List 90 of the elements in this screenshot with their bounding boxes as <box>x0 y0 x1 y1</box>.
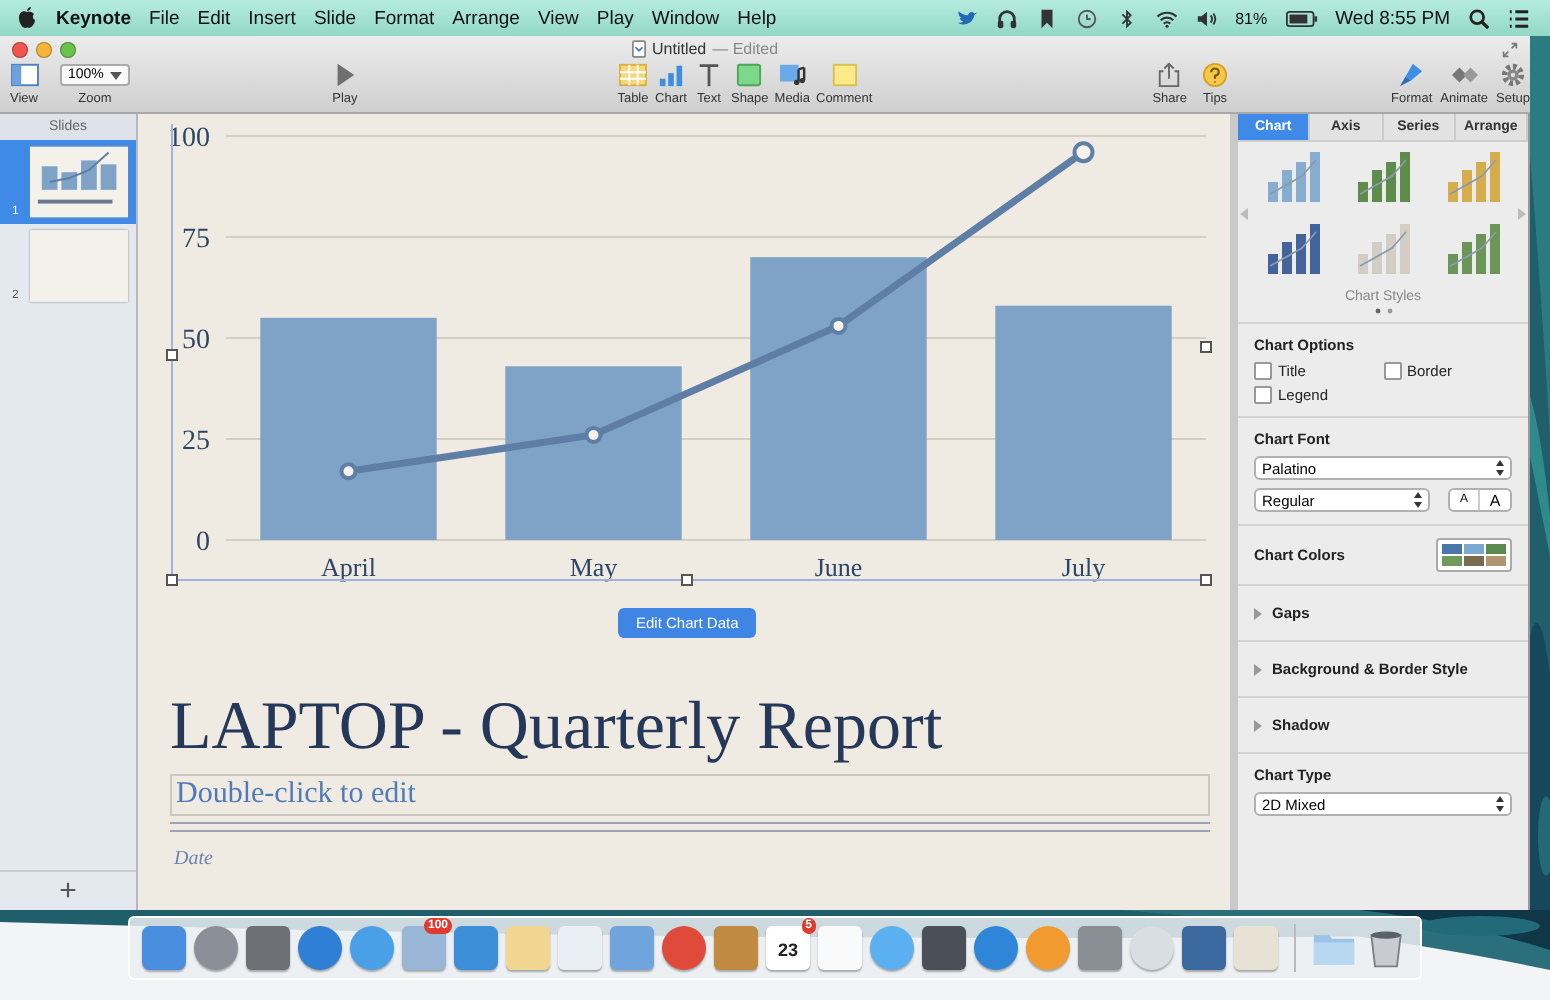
up-down-arrows-icon <box>1496 796 1504 812</box>
question-icon[interactable] <box>1200 62 1231 88</box>
square-icon[interactable] <box>734 62 765 88</box>
menu-item[interactable]: Window <box>651 7 720 29</box>
chart-style-swatch[interactable] <box>1443 222 1503 278</box>
checkbox[interactable] <box>1383 362 1401 380</box>
axis-label: June <box>814 552 863 582</box>
menu-item[interactable]: View <box>537 7 579 29</box>
settings-icon[interactable] <box>1498 62 1528 88</box>
wifi-icon[interactable] <box>1155 7 1178 29</box>
app-icon[interactable] <box>922 926 966 970</box>
axis-label: April <box>321 552 376 582</box>
speaker-icon[interactable] <box>1195 7 1218 29</box>
menu-item[interactable]: Edit <box>197 7 231 29</box>
axis-label: July <box>1061 552 1106 582</box>
axis-label: 0 <box>196 528 210 558</box>
menu-item[interactable]: Help <box>737 7 777 29</box>
checkbox[interactable] <box>1254 362 1272 380</box>
chart-style-swatch[interactable] <box>1263 222 1323 278</box>
diamonds-icon[interactable] <box>1449 62 1480 88</box>
app-icon[interactable] <box>194 926 238 970</box>
chart-colors-swatch[interactable] <box>1436 538 1512 572</box>
disclosure-icon[interactable] <box>1254 607 1262 619</box>
data-point <box>829 316 848 335</box>
axis-label: May <box>569 552 618 582</box>
bar-chart-icon[interactable] <box>655 62 686 88</box>
axis-label: 50 <box>182 326 210 356</box>
menu-item[interactable]: Format <box>374 7 435 29</box>
slide-title[interactable]: LAPTOP - Quarterly Report <box>170 690 943 766</box>
edited-status: — Edited <box>712 40 779 58</box>
paintbrush-icon[interactable] <box>1396 62 1427 88</box>
data-point <box>584 425 603 444</box>
share-icon[interactable] <box>1154 62 1185 88</box>
app-icon[interactable] <box>350 926 394 970</box>
minimize-button[interactable] <box>36 41 52 57</box>
app-menu[interactable]: Keynote <box>56 7 131 29</box>
apple-logo[interactable] <box>16 6 38 30</box>
menu-item[interactable]: Play <box>596 7 634 29</box>
menu-item[interactable]: File <box>148 7 180 29</box>
page-dots-icon[interactable] <box>1373 308 1393 314</box>
app-icon[interactable] <box>662 926 706 970</box>
search-icon[interactable] <box>1468 7 1490 29</box>
chart-style-swatch[interactable] <box>1353 150 1413 206</box>
subtitle-field[interactable]: Double-click to edit <box>170 774 1210 816</box>
data-point <box>339 462 358 481</box>
trash-icon[interactable] <box>1364 926 1408 970</box>
axis-label: 100 <box>168 124 210 154</box>
chart-style-swatch[interactable] <box>1443 150 1503 206</box>
document-icon[interactable] <box>632 40 646 58</box>
increase-font-button[interactable]: A <box>1480 490 1510 510</box>
menu-item[interactable]: Arrange <box>452 7 520 29</box>
headphones-icon[interactable] <box>995 7 1018 29</box>
disclosure-icon[interactable] <box>1254 663 1262 675</box>
note-icon[interactable] <box>829 62 860 88</box>
menu-item[interactable]: Slide <box>313 7 357 29</box>
zoom-button[interactable] <box>60 41 76 57</box>
data-point <box>1072 141 1095 164</box>
slide-thumbnail[interactable] <box>29 146 128 218</box>
up-down-arrows-icon <box>1414 492 1422 508</box>
battery-percent: 81% <box>1235 9 1268 27</box>
sidebar-icon[interactable] <box>9 62 39 88</box>
axis-label: 25 <box>182 427 210 457</box>
media-icon[interactable] <box>777 62 808 88</box>
window-title: Untitled <box>652 40 707 58</box>
app-icon[interactable] <box>454 926 498 970</box>
up-down-arrows-icon <box>1496 460 1504 476</box>
slide-thumbnail[interactable] <box>29 230 128 302</box>
disclosure-icon[interactable] <box>1254 719 1262 731</box>
checkbox[interactable] <box>1254 386 1272 404</box>
app-icon[interactable] <box>870 926 914 970</box>
app-icon[interactable] <box>1130 926 1174 970</box>
table-icon[interactable] <box>617 62 648 88</box>
chart-style-swatch[interactable] <box>1353 222 1413 278</box>
right-arrow-icon[interactable] <box>1518 208 1526 220</box>
app-icon[interactable] <box>142 926 186 970</box>
app-icon[interactable] <box>298 926 342 970</box>
battery-icon[interactable] <box>1285 7 1318 29</box>
chart-style-swatch[interactable] <box>1263 150 1323 206</box>
clock-icon[interactable] <box>1075 7 1098 29</box>
app-icon[interactable] <box>1026 926 1070 970</box>
clock[interactable]: Wed 8:55 PM <box>1335 7 1450 29</box>
axis-label: 75 <box>182 225 210 255</box>
close-button[interactable] <box>12 41 28 57</box>
left-arrow-icon[interactable] <box>1240 208 1248 220</box>
caret-icon <box>109 71 122 79</box>
list-icon[interactable] <box>1508 7 1530 29</box>
bird-icon[interactable] <box>955 7 978 29</box>
fullscreen-icon[interactable] <box>1502 41 1518 57</box>
menu-item[interactable]: Insert <box>248 7 296 29</box>
app-icon[interactable] <box>974 926 1018 970</box>
